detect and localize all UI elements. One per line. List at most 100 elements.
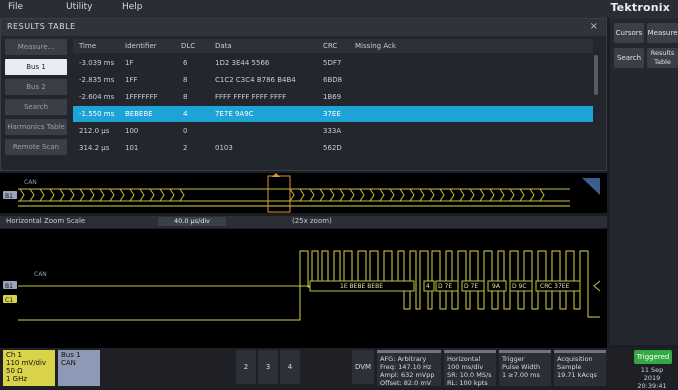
column-header-time[interactable]: Time <box>79 42 96 50</box>
results-table-button[interactable]: Results Table <box>647 48 678 68</box>
triggered-button[interactable]: Triggered <box>634 350 672 364</box>
column-header-identifier[interactable]: Identifier <box>125 42 157 50</box>
horizontal-sample-rate: SR: 10.0 MS/s <box>447 371 492 379</box>
tab-remote-scan[interactable]: Remote Scan <box>5 139 67 155</box>
cell-identifier: 100 <box>125 127 139 135</box>
table-row[interactable]: -2.604 ms 1FFFFFFF 8 FFFF FFFF FFFF FFFF… <box>73 89 593 105</box>
decode-crc-label: CRC 37EE <box>540 283 570 290</box>
zoom-window-marker[interactable] <box>267 175 291 213</box>
zoom-scale-value[interactable]: 40.0 µs/div <box>158 217 226 226</box>
waveform-main[interactable]: CAN B1 C1 1E BEBE BEBE 4 D 7E D 7E 9A D … <box>0 229 607 348</box>
acquisition-count: 19.71 kAcqs <box>557 371 597 379</box>
trigger-marker-icon <box>272 173 280 177</box>
column-header-crc[interactable]: CRC <box>323 42 337 50</box>
menu-utility[interactable]: Utility <box>66 2 92 12</box>
date-label: 11 Sep 2019 <box>640 366 664 382</box>
afg-title: AFG: Arbitrary <box>380 355 427 363</box>
bus-1-title: Bus 1 <box>61 351 81 359</box>
cell-identifier: 1F <box>125 59 134 67</box>
cell-dlc: 2 <box>183 144 188 152</box>
cell-identifier: 1FF <box>125 76 138 84</box>
tab-bus-2[interactable]: Bus 2 <box>5 79 67 95</box>
trigger-badge[interactable]: Trigger Pulse Width 1 ≥7.00 ms <box>499 350 551 386</box>
results-table-title: RESULTS TABLE <box>7 22 76 31</box>
zoom-scale-label: Horizontal Zoom Scale <box>6 217 86 225</box>
zoom-scale-bar: Horizontal Zoom Scale 40.0 µs/div (25x z… <box>0 216 607 228</box>
cell-data: FFFF FFFF FFFF FFFF <box>215 93 287 101</box>
close-icon[interactable]: × <box>590 21 598 32</box>
tab-measure[interactable]: Measure... <box>5 39 67 55</box>
cell-crc: 5DF7 <box>323 59 342 67</box>
table-row[interactable]: 314.2 µs 101 2 0103 562D <box>73 140 593 156</box>
channel-1-bandwidth: 1 GHz <box>6 375 28 383</box>
cell-data: 7E7E 9A9C <box>215 110 254 118</box>
table-row[interactable]: -2.835 ms 1FF 8 C1C2 C3C4 B786 B4B4 6BD8 <box>73 72 593 88</box>
cell-data: C1C2 C3C4 B786 B4B4 <box>215 76 296 84</box>
cell-dlc: 4 <box>183 110 188 118</box>
menu-bar: File Utility Help Tektronix <box>0 0 678 18</box>
channel-2-button[interactable]: 2 <box>236 350 256 384</box>
cell-time: -3.039 ms <box>79 59 115 67</box>
bus-b1-badge-main-label: B1 <box>5 283 13 290</box>
column-header-dlc[interactable]: DLC <box>181 42 195 50</box>
decode-data-byte-label: 9A <box>492 283 501 290</box>
right-panel: Cursors Measure Search Results Table <box>610 18 678 345</box>
cell-data: 0103 <box>215 144 233 152</box>
brand-logo: Tektronix <box>610 1 670 14</box>
date-time: 11 Sep 2019 20:39:41 <box>632 366 672 390</box>
results-table-window: RESULTS TABLE × Measure... Bus 1 Bus 2 S… <box>0 18 607 171</box>
decode-data-byte-label: D 9C <box>512 283 527 290</box>
cell-identifier: 1FFFFFFF <box>125 93 158 101</box>
overview-bus-segment <box>18 188 570 207</box>
channel-3-button[interactable]: 3 <box>258 350 278 384</box>
cell-crc: 333A <box>323 127 342 135</box>
cell-time: -2.604 ms <box>79 93 115 101</box>
cell-dlc: 0 <box>183 127 188 135</box>
table-row[interactable]: -3.039 ms 1F 6 1D2 3E44 5566 5DF7 <box>73 55 593 71</box>
decode-dlc-label: 4 <box>426 283 430 290</box>
cell-crc: 1B69 <box>323 93 342 101</box>
column-header-missing-ack[interactable]: Missing Ack <box>355 42 396 50</box>
expand-corner-icon[interactable] <box>582 178 600 195</box>
afg-badge[interactable]: AFG: Arbitrary Freq: 147.10 Hz Ampl: 632… <box>377 350 441 387</box>
cursors-button[interactable]: Cursors <box>614 23 644 43</box>
tab-bus-1[interactable]: Bus 1 <box>5 59 67 75</box>
search-button[interactable]: Search <box>614 48 644 68</box>
menu-file[interactable]: File <box>8 2 23 12</box>
channel-1-badge[interactable]: Ch 1 110 mV/div 50 Ω 1 GHz <box>3 350 55 386</box>
more-decode-arrow-icon <box>593 280 601 292</box>
channel-1-scale: 110 mV/div <box>6 359 47 367</box>
bus-1-badge[interactable]: Bus 1 CAN <box>58 350 100 386</box>
horizontal-badge[interactable]: Horizontal 100 ms/div SR: 10.0 MS/s RL: … <box>444 350 496 387</box>
acquisition-badge[interactable]: Acquisition Sample 19.71 kAcqs <box>554 350 606 386</box>
afg-amplitude: Ampl: 632 mVpp <box>380 371 435 379</box>
bottom-bar: Ch 1 110 mV/div 50 Ω 1 GHz Bus 1 CAN 2 3… <box>0 348 678 390</box>
tab-search[interactable]: Search <box>5 99 67 115</box>
acquisition-mode: Sample <box>557 363 582 371</box>
cell-dlc: 6 <box>183 59 188 67</box>
column-header-data[interactable]: Data <box>215 42 232 50</box>
cell-crc: 6BD8 <box>323 76 343 84</box>
trigger-type: Pulse Width <box>502 363 541 371</box>
cell-identifier: BEBEBE <box>125 110 153 118</box>
results-table-titlebar: RESULTS TABLE × <box>1 19 606 36</box>
channel-c1-badge-label: C1 <box>5 297 13 304</box>
waveform-overview[interactable]: CAN B1 <box>0 173 607 213</box>
cell-dlc: 8 <box>183 76 188 84</box>
results-table-tabs: Measure... Bus 1 Bus 2 Search Harmonics … <box>5 39 69 159</box>
time-label: 20:39:41 <box>637 382 667 390</box>
dvm-button[interactable]: DVM <box>352 350 374 384</box>
horizontal-scale: 100 ms/div <box>447 363 484 371</box>
afg-frequency: Freq: 147.10 Hz <box>380 363 432 371</box>
tab-harmonics-table[interactable]: Harmonics Table <box>5 119 67 135</box>
table-row-selected[interactable]: -1.550 ms BEBEBE 4 7E7E 9A9C 37EE <box>73 106 593 122</box>
table-row[interactable]: 212.0 µs 100 0 333A <box>73 123 593 139</box>
bus-b1-badge-label: B1 <box>5 193 13 200</box>
channel-4-button[interactable]: 4 <box>280 350 300 384</box>
menu-help[interactable]: Help <box>122 2 143 12</box>
table-scrollbar[interactable] <box>594 55 598 95</box>
acquisition-title: Acquisition <box>557 355 593 363</box>
measure-button[interactable]: Measure <box>647 23 678 43</box>
cell-time: -2.835 ms <box>79 76 115 84</box>
decode-data-byte-label: D 7E <box>438 283 452 290</box>
